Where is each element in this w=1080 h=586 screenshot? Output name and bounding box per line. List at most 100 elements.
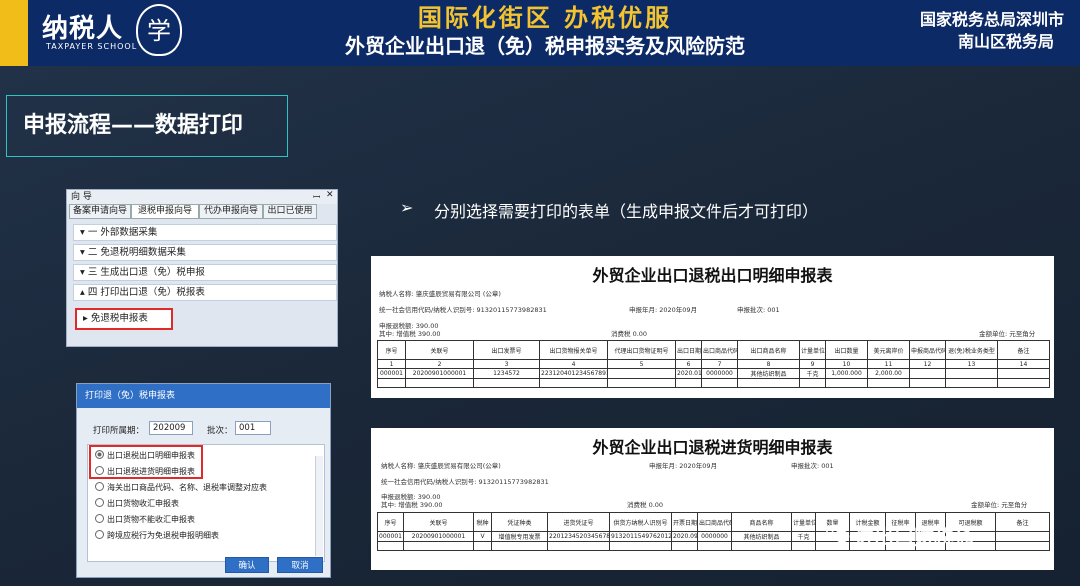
radio-icon (95, 530, 104, 539)
table-cell: 91320115497620123 (609, 531, 672, 542)
table-cell (945, 368, 998, 379)
column-header: 凭证种类 (491, 512, 548, 532)
close-icon[interactable]: ✕ (326, 190, 334, 200)
column-header: 出口发票号 (473, 340, 540, 360)
table-cell: 000001 (377, 531, 404, 542)
table-cell (995, 531, 1050, 542)
wechat-icon (826, 524, 850, 543)
chevron-down-icon: ▾ (80, 267, 85, 278)
column-index: 5 (607, 359, 676, 369)
period-label: 打印所属期： (93, 426, 145, 436)
chevron-up-icon: ▴ (80, 287, 85, 298)
table-cell (607, 368, 676, 379)
option-label: 跨境应税行为免退税申报明细表 (107, 531, 219, 540)
column-header: 出口商品代码 (701, 340, 738, 360)
declare-period: 申报年月: 2020年09月 (649, 462, 718, 470)
tab-refund-declaration[interactable]: 退税申报向导 (131, 204, 199, 219)
column-header: 退(免)税业务类型 (945, 340, 998, 360)
column-header: 代理出口货物证明号 (607, 340, 676, 360)
amount-unit: 金额单位: 元至角分 (971, 501, 1028, 509)
wizard-step-external-data[interactable]: ▾ 一 外部数据采集 (73, 224, 337, 241)
dialog-title: 打印退（免）税申报表 (77, 384, 330, 408)
column-index: 13 (945, 359, 998, 369)
refund-report-item[interactable]: ▸ 免退税申报表 (75, 308, 173, 330)
column-header: 供货方纳税人识别号 (609, 512, 672, 532)
taxpayer-name: 纳税人名称: 肇庆盛辰贸易有限公司 (公章) (379, 290, 501, 298)
wizard-step-generate-declaration[interactable]: ▾ 三 生成出口退（免）税申报 (73, 264, 337, 281)
batch-input[interactable]: 001 (235, 421, 271, 435)
column-header: 关联号 (403, 512, 474, 532)
column-header: 计量单位 (791, 512, 816, 532)
header-accent (0, 0, 28, 66)
wizard-panel-title: 向 导 (67, 190, 337, 204)
option-no-forex-receipt[interactable]: 出口货物不能收汇申报表 (95, 514, 195, 525)
confirm-button[interactable]: 确认 (225, 557, 269, 573)
column-header: 出口商品名称 (737, 340, 800, 360)
print-dialog: 打印退（免）税申报表 打印所属期： 202009 批次： 001 出口退税出口明… (76, 383, 331, 578)
column-index: 14 (997, 359, 1050, 369)
period-input[interactable]: 202009 (149, 421, 193, 435)
wizard-step-detail-data[interactable]: ▾ 二 免退税明细数据采集 (73, 244, 337, 261)
option-customs-code-table[interactable]: 海关出口商品代码、名称、退税率调整对应表 (95, 482, 267, 493)
table-cell: 223120401234567891 (539, 368, 608, 379)
pin-icon[interactable]: ꟷ (313, 190, 320, 203)
declare-period: 申报年月: 2020年09月 (629, 306, 698, 314)
column-header: 税种 (473, 512, 492, 532)
batch-label: 批次： (207, 426, 233, 436)
column-header: 备注 (995, 512, 1050, 532)
logo-subtitle: TAXPAYER SCHOOL (46, 42, 138, 51)
column-header: 进货凭证号 (547, 512, 610, 532)
column-index: 12 (909, 359, 946, 369)
tab-filing-application[interactable]: 备案申请向导 (69, 204, 131, 219)
amount-unit: 金额单位: 元至角分 (979, 330, 1036, 338)
table-cell: 千克 (799, 368, 826, 379)
option-cross-border[interactable]: 跨境应税行为免退税申报明细表 (95, 530, 219, 541)
highlight-box (89, 445, 203, 479)
table-cell: 千克 (791, 531, 816, 542)
table-cell: 1234572 (473, 368, 540, 379)
vat-amount: 其中: 增值税 390.00 (379, 330, 441, 338)
table-cell: 2020.01.01 (675, 368, 702, 379)
table-cell: 0000000 (701, 368, 738, 379)
column-header: 开票日期 (671, 512, 698, 532)
table-cell: 0000000 (697, 531, 732, 542)
radio-icon (95, 498, 104, 507)
table-cell: 20200901000001 (403, 531, 474, 542)
column-header: 申报商品代码 (909, 340, 946, 360)
table-cell (997, 368, 1050, 379)
taxpayer-name: 纳税人名称: 肇庆盛辰贸易有限公司(公章) (381, 462, 501, 470)
radio-icon (95, 482, 104, 491)
chevron-down-icon: ▾ (80, 227, 85, 238)
column-header: 出口日期 (675, 340, 702, 360)
table-cell: 1,000.000 (825, 368, 868, 379)
cancel-button[interactable]: 取消 (277, 557, 323, 573)
column-index: 4 (539, 359, 608, 369)
wizard-step-print-reports[interactable]: ▴ 四 打印出口退（免）税报表 (73, 284, 337, 301)
section-title: 申报流程——数据打印 (6, 95, 288, 157)
option-forex-receipt[interactable]: 出口货物收汇申报表 (95, 498, 179, 509)
column-index: 8 (737, 359, 800, 369)
column-header: 关联号 (405, 340, 474, 360)
scrollbar[interactable] (315, 456, 323, 556)
table-cell: 20200901000001 (405, 368, 474, 379)
vat-amount: 其中: 增值税 390.00 (381, 501, 443, 509)
table-cell: 其他纺织制品 (737, 368, 800, 379)
export-detail-table: 序号 关联号 出口发票号 出口货物报关单号 代理出口货物证明号 出口日期 出口商… (377, 340, 1050, 388)
tab-export-used[interactable]: 出口已使用 (263, 204, 317, 219)
column-index: 2 (405, 359, 474, 369)
radio-icon (95, 514, 104, 523)
chevron-down-icon: ▾ (80, 247, 85, 258)
export-detail-report: 外贸企业出口退税出口明细申报表 纳税人名称: 肇庆盛辰贸易有限公司 (公章) 统… (371, 256, 1054, 398)
column-index: 7 (701, 359, 738, 369)
refund-report-label: 免退税申报表 (90, 313, 148, 324)
header-slogan: 国际化街区 办税优服 (417, 3, 673, 32)
table-cell: 增值税专用发票 (491, 531, 548, 542)
header-org-line2: 南山区税务局 (958, 32, 1055, 51)
consumption-tax: 消费税 0.00 (611, 330, 648, 338)
table-cell: 000001 (377, 368, 406, 379)
column-index: 11 (867, 359, 910, 369)
table-row: 000001 20200901000001 1234572 2231204012… (377, 368, 1050, 379)
option-label: 出口货物不能收汇申报表 (107, 515, 195, 524)
wizard-step-label: 二 免退税明细数据采集 (87, 247, 186, 258)
tab-agent-declaration[interactable]: 代办申报向导 (199, 204, 263, 219)
